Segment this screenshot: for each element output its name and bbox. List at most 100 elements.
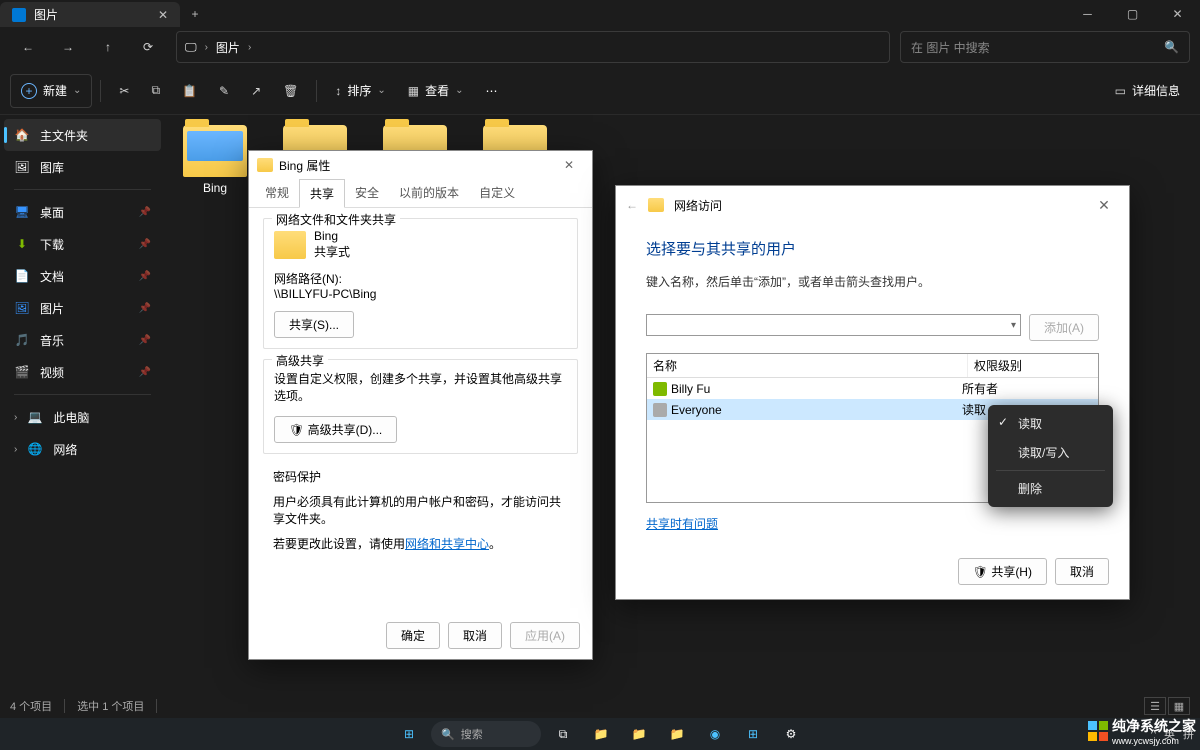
sidebar-item-home[interactable]: 🏠主文件夹	[4, 119, 161, 151]
new-button[interactable]: + 新建 ⌄	[10, 74, 92, 108]
taskbar-edge[interactable]: ◉	[699, 720, 731, 748]
close-button[interactable]: ✕	[554, 158, 584, 172]
tab-previous[interactable]: 以前的版本	[389, 179, 469, 207]
dialog-tabs: 常规 共享 安全 以前的版本 自定义	[249, 179, 592, 208]
rename-button[interactable]: ✎	[209, 74, 239, 108]
chevron-right-icon: ›	[205, 42, 208, 53]
up-button[interactable]: ↑	[90, 31, 126, 63]
close-button[interactable]: ✕	[1089, 197, 1119, 214]
paste-icon: 📋	[182, 84, 197, 98]
user-select[interactable]: ▾	[646, 314, 1021, 336]
tab-security[interactable]: 安全	[345, 179, 389, 207]
menu-item-read[interactable]: 读取	[988, 409, 1113, 438]
sidebar-item-videos[interactable]: 🎬视频📌	[4, 356, 161, 388]
network-access-dialog: ← 网络访问 ✕ 选择要与其共享的用户 键入名称，然后单击“添加”，或者单击箭头…	[615, 185, 1130, 600]
task-view-button[interactable]: ⧉	[547, 720, 579, 748]
start-button[interactable]: ⊞	[393, 720, 425, 748]
col-permission[interactable]: 权限级别	[968, 354, 1098, 377]
new-tab-button[interactable]: +	[180, 0, 210, 27]
back-button[interactable]: ←	[10, 31, 46, 63]
folder-icon	[183, 125, 247, 177]
folder-bing[interactable]: Bing	[175, 125, 255, 684]
maximize-button[interactable]: ▢	[1110, 0, 1155, 27]
trash-icon: 🗑	[283, 84, 298, 98]
share-name: Bing	[314, 229, 350, 243]
taskbar-app[interactable]: 📁	[585, 720, 617, 748]
watermark-logo	[1088, 721, 1108, 741]
search-input[interactable]: 在 图片 中搜索 🔍	[900, 31, 1190, 63]
col-name[interactable]: 名称	[647, 354, 968, 377]
dialog-title: 网络访问	[674, 197, 722, 214]
section-title: 网络文件和文件夹共享	[272, 211, 400, 228]
shield-icon: 🛡	[289, 423, 304, 437]
folder-icon	[257, 158, 273, 172]
minimize-button[interactable]: ─	[1065, 0, 1110, 27]
copy-button[interactable]: ⧉	[141, 74, 170, 108]
breadcrumb[interactable]: 🖵 › 图片 ›	[176, 31, 890, 63]
network-center-link[interactable]: 网络和共享中心	[405, 537, 489, 551]
sort-button[interactable]: ↕ 排序 ⌄	[325, 74, 395, 108]
status-bar: 4 个项目 选中 1 个项目 ☰ ▦	[0, 694, 1200, 718]
chevron-right-icon: ›	[248, 42, 251, 53]
help-link[interactable]: 共享时有问题	[646, 517, 718, 531]
close-window-button[interactable]: ✕	[1155, 0, 1200, 27]
view-button[interactable]: ▦ 查看 ⌄	[398, 74, 474, 108]
taskbar-app[interactable]: 📁	[661, 720, 693, 748]
close-tab-icon[interactable]: ✕	[158, 8, 168, 22]
section-title: 高级共享	[272, 352, 328, 369]
sidebar-item-network[interactable]: ›🌐网络	[4, 433, 161, 465]
menu-item-readwrite[interactable]: 读取/写入	[988, 438, 1113, 467]
grid-view-button[interactable]: ▦	[1168, 697, 1190, 715]
cancel-button[interactable]: 取消	[1055, 558, 1109, 585]
share-button[interactable]: 🛡 共享(H)	[958, 558, 1047, 585]
desktop-icon: 🖥	[14, 204, 30, 220]
add-button[interactable]: 添加(A)	[1029, 314, 1099, 341]
tab-general[interactable]: 常规	[255, 179, 299, 207]
cancel-button[interactable]: 取消	[448, 622, 502, 649]
taskbar-settings[interactable]: ⚙	[775, 720, 807, 748]
paste-button[interactable]: 📋	[172, 74, 207, 108]
sidebar-item-pictures[interactable]: 🖼图片📌	[4, 292, 161, 324]
list-view-button[interactable]: ☰	[1144, 697, 1166, 715]
table-row[interactable]: Billy Fu 所有者	[647, 378, 1098, 399]
properties-dialog: Bing 属性 ✕ 常规 共享 安全 以前的版本 自定义 网络文件和文件夹共享 …	[248, 150, 593, 660]
advanced-share-button[interactable]: 🛡 高级共享(D)...	[274, 416, 397, 443]
forward-button[interactable]: →	[50, 31, 86, 63]
sidebar-item-desktop[interactable]: 🖥桌面📌	[4, 196, 161, 228]
taskbar-store[interactable]: ⊞	[737, 720, 769, 748]
menu-item-remove[interactable]: 删除	[988, 474, 1113, 503]
more-button[interactable]: ⋯	[476, 74, 508, 108]
delete-button[interactable]: 🗑	[273, 74, 308, 108]
folder-icon	[648, 198, 664, 212]
sidebar-item-gallery[interactable]: 🖼图库	[4, 151, 161, 183]
taskbar-search[interactable]: 🔍搜索	[431, 721, 541, 747]
pin-icon: 📌	[139, 303, 151, 314]
breadcrumb-item[interactable]: 图片	[216, 39, 240, 56]
tab-sharing[interactable]: 共享	[299, 179, 345, 208]
chevron-right-icon: ›	[14, 444, 17, 455]
pictures-icon: 🖼	[14, 300, 30, 316]
ok-button[interactable]: 确定	[386, 622, 440, 649]
password-desc: 用户必须具有此计算机的用户帐户和密码，才能访问共享文件夹。	[273, 493, 568, 527]
sidebar-item-documents[interactable]: 📄文档📌	[4, 260, 161, 292]
share-button[interactable]: 共享(S)...	[274, 311, 354, 338]
dialog-title: Bing 属性	[279, 157, 330, 174]
back-button[interactable]: ←	[626, 198, 638, 212]
cut-button[interactable]: ✂	[109, 74, 139, 108]
sidebar-item-downloads[interactable]: ⬇下载📌	[4, 228, 161, 260]
pin-icon: 📌	[139, 367, 151, 378]
sidebar-item-thispc[interactable]: ›💻此电脑	[4, 401, 161, 433]
view-icon: ▦	[408, 84, 419, 98]
search-placeholder: 在 图片 中搜索	[911, 39, 990, 56]
taskbar-app[interactable]: 📁	[623, 720, 655, 748]
share-button[interactable]: ↗	[241, 74, 271, 108]
gallery-icon: 🖼	[14, 159, 30, 175]
refresh-button[interactable]: ⟳	[130, 31, 166, 63]
tab-custom[interactable]: 自定义	[469, 179, 525, 207]
details-button[interactable]: ▭ 详细信息	[1105, 74, 1190, 108]
group-icon	[653, 403, 667, 417]
tab[interactable]: 图片 ✕	[0, 2, 180, 27]
heading: 选择要与其共享的用户	[646, 238, 1099, 259]
sidebar-item-music[interactable]: 🎵音乐📌	[4, 324, 161, 356]
apply-button[interactable]: 应用(A)	[510, 622, 580, 649]
